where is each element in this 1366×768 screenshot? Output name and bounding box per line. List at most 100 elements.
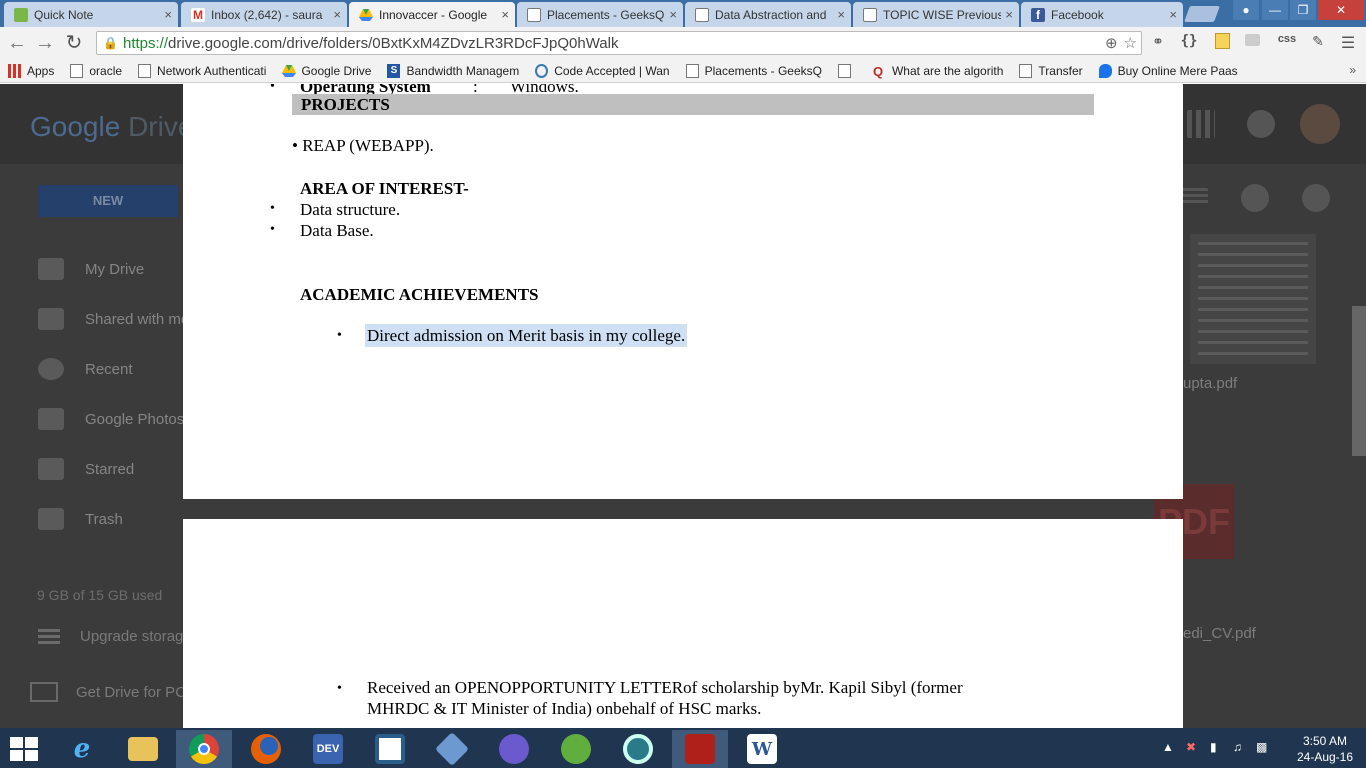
scrollbar[interactable]: [1352, 306, 1366, 456]
upgrade-storage-link[interactable]: Upgrade storage: [38, 628, 192, 646]
tab-close-icon[interactable]: ×: [669, 7, 677, 22]
tab-label: Facebook: [1051, 7, 1104, 22]
taskbar-file-explorer[interactable]: [115, 730, 171, 768]
list-view-icon[interactable]: [1180, 188, 1208, 206]
taskbar-chat-app[interactable]: [610, 730, 666, 768]
tab-quick-note[interactable]: Quick Note ×: [4, 2, 178, 27]
bookmark-untitled[interactable]: [837, 63, 857, 78]
achievement-line: MHRDC & IT Minister of India) onbehalf o…: [367, 699, 762, 718]
camera-icon[interactable]: [1242, 33, 1262, 53]
volume-icon[interactable]: ♫: [1233, 740, 1242, 754]
file-name[interactable]: upta.pdf: [1183, 375, 1237, 392]
new-tab-button[interactable]: [1184, 6, 1220, 22]
taskbar-internet-explorer[interactable]: e: [54, 730, 110, 768]
apps-grid-icon[interactable]: [1187, 110, 1215, 138]
tab-close-icon[interactable]: ×: [1169, 7, 1177, 22]
sidebar-item-photos[interactable]: Google Photos: [38, 408, 184, 430]
drive-logo: Google Drive: [30, 111, 193, 143]
star-icon[interactable]: ☆: [1124, 34, 1137, 52]
bookmark-network-auth[interactable]: Network Authenticati: [138, 63, 266, 78]
file-name[interactable]: edi_CV.pdf: [1183, 625, 1256, 642]
minimize-button[interactable]: —: [1262, 0, 1288, 20]
bookmark-google-drive[interactable]: Google Drive: [282, 64, 371, 78]
bookmarks-overflow-icon[interactable]: »: [1349, 63, 1356, 77]
tab-close-icon[interactable]: ×: [164, 7, 172, 22]
photos-icon: [38, 408, 64, 430]
bookmark-bandwidth[interactable]: S Bandwidth Managem: [387, 63, 520, 78]
selected-text[interactable]: Direct admission on Merit basis in my co…: [365, 324, 688, 347]
tab-topic-wise[interactable]: TOPIC WISE Previous ×: [853, 2, 1019, 27]
network-disabled-icon[interactable]: ✖: [1186, 740, 1196, 754]
user-icon[interactable]: ●: [1233, 0, 1259, 20]
taskbar-dev-cpp[interactable]: DEV: [300, 730, 356, 768]
restore-button[interactable]: ❐: [1290, 0, 1316, 20]
windows-start-icon[interactable]: [10, 737, 38, 761]
virtualbox-icon: [435, 732, 469, 766]
signal-icon[interactable]: ▩: [1256, 740, 1267, 754]
bookmark-label: Code Accepted | Wan: [554, 63, 670, 78]
bookmark-quora[interactable]: Q What are the algorith: [873, 64, 1003, 79]
google-drive-icon: [359, 8, 373, 22]
page-icon: [138, 63, 152, 78]
taskbar-chrome[interactable]: [176, 730, 232, 768]
bookmark-placements[interactable]: Placements - GeeksQ: [685, 63, 822, 78]
back-icon[interactable]: ←: [6, 32, 28, 54]
tab-close-icon[interactable]: ×: [1005, 7, 1013, 22]
reload-icon[interactable]: ↻: [63, 32, 85, 54]
tray-expand-icon[interactable]: ▲: [1162, 740, 1174, 754]
tab-data-abstraction[interactable]: Data Abstraction and ×: [685, 2, 851, 27]
sidebar-item-shared[interactable]: Shared with me: [38, 308, 189, 330]
json-formatter-icon[interactable]: {}: [1178, 33, 1200, 53]
forward-icon[interactable]: →: [34, 32, 56, 54]
upgrade-label: Upgrade storage: [80, 628, 192, 645]
taskbar-virtualbox[interactable]: [424, 730, 480, 768]
taskbar-bracket-app[interactable]: [362, 730, 418, 768]
storage-usage: 9 GB of 15 GB used: [37, 587, 163, 603]
tab-close-icon[interactable]: ×: [333, 7, 341, 22]
taskbar-firefox[interactable]: [238, 730, 294, 768]
tab-facebook[interactable]: f Facebook ×: [1021, 2, 1183, 27]
battery-icon[interactable]: ▮: [1210, 740, 1217, 754]
tab-close-icon[interactable]: ×: [837, 7, 845, 22]
tab-placements[interactable]: Placements - GeeksQ ×: [517, 2, 683, 27]
tab-inbox[interactable]: M Inbox (2,642) - saura ×: [181, 2, 347, 27]
sidebar-item-trash[interactable]: Trash: [38, 508, 123, 530]
folder-icon: [128, 737, 158, 761]
address-bar[interactable]: 🔒 https://drive.google.com/drive/folders…: [96, 31, 1142, 55]
taskbar-word[interactable]: W: [734, 730, 790, 768]
close-window-button[interactable]: ✕: [1318, 0, 1364, 20]
sidebar-item-starred[interactable]: Starred: [38, 458, 134, 480]
file-thumbnail[interactable]: [1190, 234, 1316, 364]
tab-innovaccer[interactable]: Innovaccer - Google ×: [349, 2, 515, 27]
system-clock[interactable]: 3:50 AM 24-Aug-16: [1290, 733, 1360, 765]
bookmark-oracle[interactable]: oracle: [70, 63, 122, 78]
taskbar-cat-app[interactable]: [486, 730, 542, 768]
menu-icon[interactable]: ☰: [1338, 33, 1358, 53]
achievement-item[interactable]: Direct admission on Merit basis in my co…: [365, 324, 688, 347]
sidebar-item-recent[interactable]: Recent: [38, 358, 133, 380]
globe-icon[interactable]: ⚭: [1148, 33, 1168, 53]
bookmark-label: Transfer: [1038, 63, 1083, 78]
taskbar-adobe-reader[interactable]: [672, 730, 728, 768]
settings-icon[interactable]: [1302, 184, 1330, 212]
css-extension-icon[interactable]: css: [1274, 33, 1300, 53]
bookmark-transfer[interactable]: Transfer: [1019, 63, 1083, 78]
notes-icon[interactable]: [1212, 33, 1232, 53]
taskbar-utorrent[interactable]: [548, 730, 604, 768]
tab-close-icon[interactable]: ×: [501, 7, 509, 22]
bookmark-apps[interactable]: Apps: [8, 63, 54, 78]
bookmark-mere-paas[interactable]: Buy Online Mere Paas: [1098, 63, 1238, 78]
google-drive-icon: [282, 64, 297, 78]
bookmark-label: Bandwidth Managem: [406, 63, 520, 78]
avatar[interactable]: [1300, 104, 1340, 144]
notifications-icon[interactable]: [1247, 110, 1275, 138]
new-button[interactable]: NEW: [38, 185, 178, 217]
tab-label: Quick Note: [34, 7, 94, 22]
bookmark-code-accepted[interactable]: Code Accepted | Wan: [535, 63, 670, 78]
get-drive-link[interactable]: Get Drive for PC: [30, 682, 186, 702]
zoom-icon[interactable]: ⊕: [1105, 34, 1118, 52]
info-icon[interactable]: [1241, 184, 1269, 212]
sidebar-item-my-drive[interactable]: My Drive: [38, 258, 144, 280]
pen-icon[interactable]: ✎: [1308, 33, 1328, 53]
page-icon: [863, 7, 877, 22]
